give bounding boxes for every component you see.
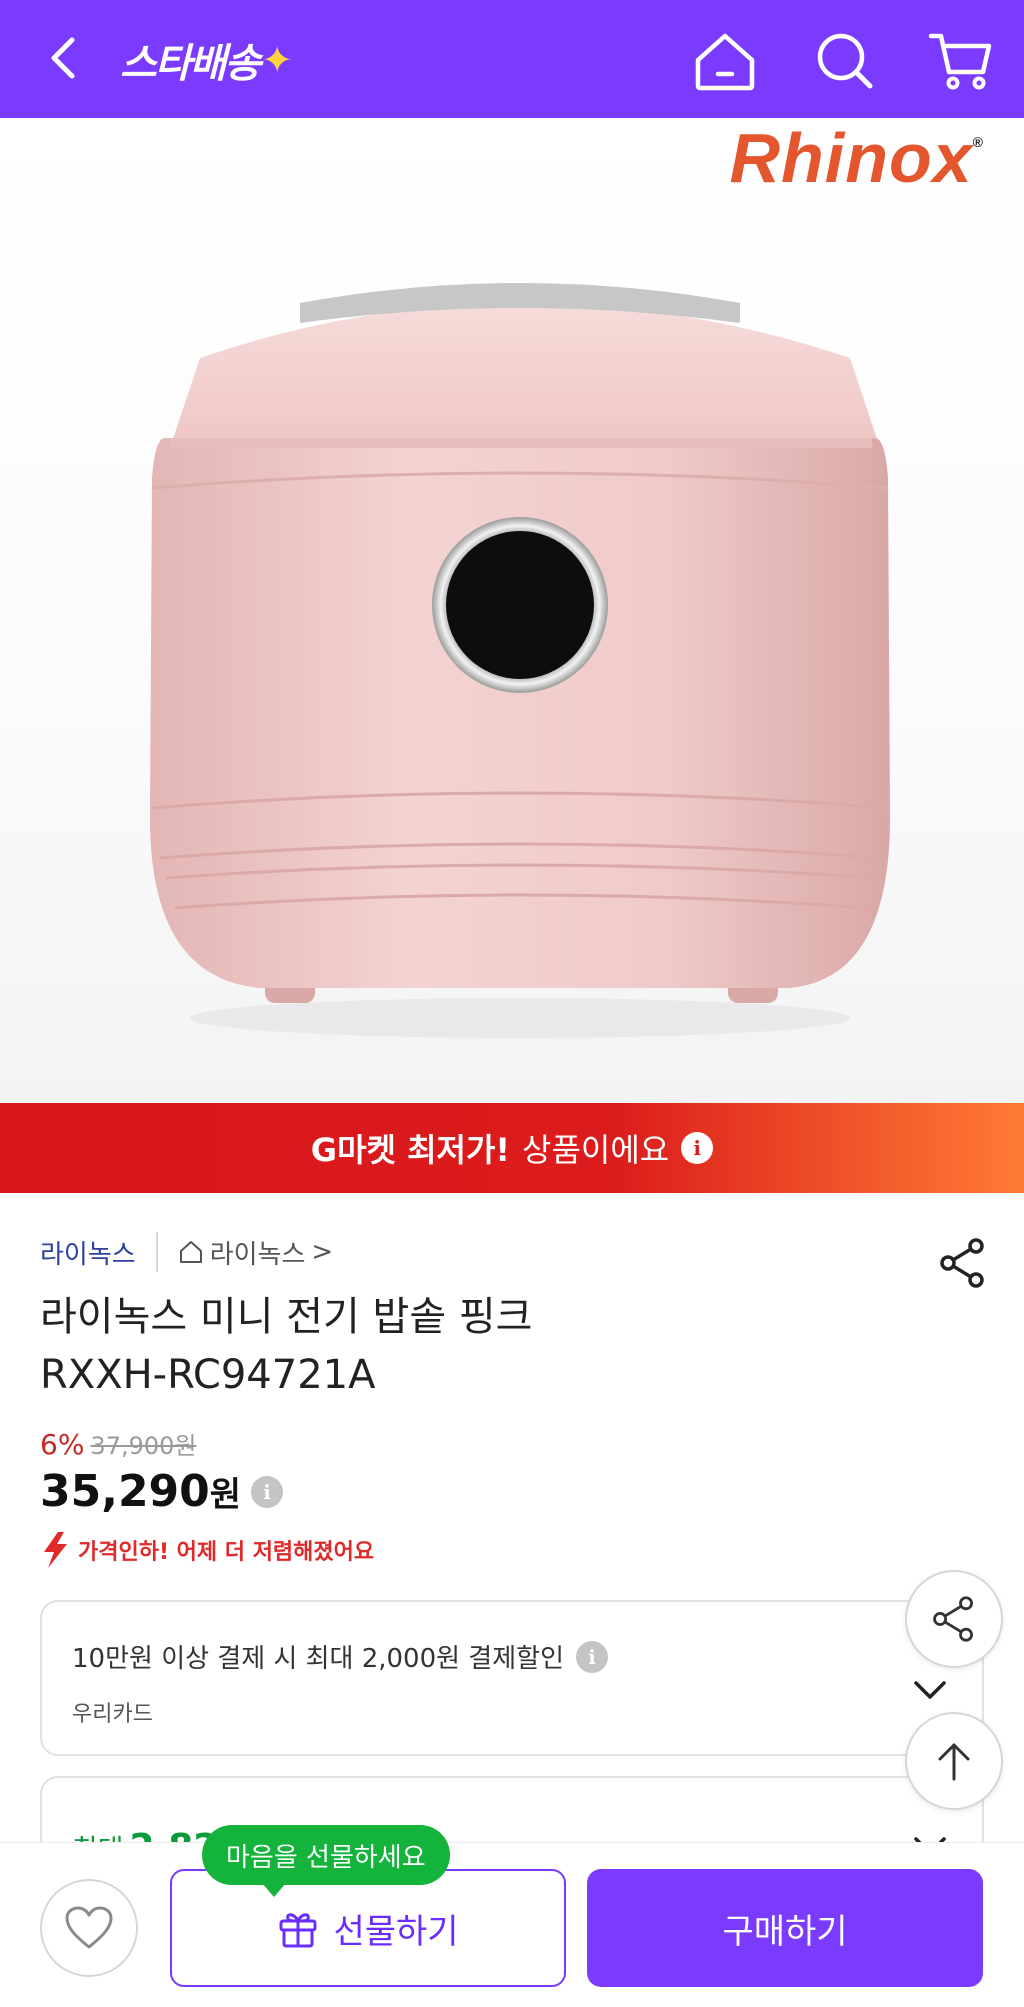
lowest-price-banner[interactable]: G마켓 최저가! 상품이에요 i: [0, 1103, 1024, 1193]
share-icon[interactable]: [936, 1236, 990, 1290]
search-icon[interactable]: [810, 26, 880, 96]
gift-tooltip: 마음을 선물하세요: [202, 1825, 450, 1897]
store-name: 라이녹스: [209, 1239, 306, 1270]
discount-row: 6% 37,900원: [40, 1426, 196, 1461]
arrow-up-icon: [938, 1743, 970, 1781]
card-discount-panel[interactable]: 10만원 이상 결제 시 최대 2,000원 결제할인 i 우리카드: [40, 1600, 984, 1756]
rice-cooker-image: [150, 283, 890, 1038]
store-home-icon: [179, 1241, 202, 1263]
promo-text: 상품이에요: [522, 1131, 670, 1169]
cart-icon[interactable]: [925, 26, 995, 96]
promo-strong-text: G마켓 최저가!: [310, 1131, 510, 1169]
floating-share-button[interactable]: [905, 1570, 1003, 1668]
price-info-icon[interactable]: i: [251, 1475, 284, 1508]
original-price: 37,900원: [90, 1432, 197, 1460]
gift-icon: [279, 1913, 317, 1948]
discount-percent: 6%: [40, 1428, 85, 1461]
product-title: 라이녹스 미니 전기 밥솥 핑크 RXXH-RC94721A: [40, 1288, 900, 1404]
price-down-arrow-icon: [44, 1532, 67, 1568]
gift-button[interactable]: 선물하기: [170, 1869, 566, 1987]
card-discount-text: 10만원 이상 결제 시 최대 2,000원 결제할인: [72, 1644, 564, 1674]
chevron-right-icon: >: [311, 1237, 334, 1267]
card-discount-line: 10만원 이상 결제 시 최대 2,000원 결제할인 i: [72, 1638, 608, 1675]
price-drop-text: 가격인하! 어제 더 저렴해졌어요: [78, 1540, 375, 1565]
info-icon[interactable]: i: [681, 1132, 714, 1164]
home-icon[interactable]: [690, 26, 760, 96]
card-discount-info-icon[interactable]: i: [576, 1640, 608, 1673]
scroll-to-top-button[interactable]: [905, 1712, 1003, 1810]
brand-link[interactable]: 라이녹스: [40, 1234, 136, 1271]
top-app-bar: 스타배송 ✦: [0, 0, 1024, 118]
product-title-line2: RXXH-RC94721A: [40, 1352, 376, 1398]
star-delivery-logo[interactable]: 스타배송 ✦: [120, 32, 293, 88]
sale-price: 35,290원 i: [40, 1466, 284, 1517]
bottom-action-bar: 선물하기 마음을 선물하세요 구매하기: [0, 1825, 1024, 2007]
price-drop-note: 가격인하! 어제 더 저렴해졌어요: [40, 1530, 374, 1570]
gift-label: 선물하기: [333, 1911, 459, 1952]
share-icon: [933, 1596, 973, 1642]
chevron-down-icon[interactable]: [912, 1678, 948, 1702]
brand-label: 스타배송: [120, 41, 261, 87]
wishlist-button[interactable]: [40, 1879, 138, 1977]
breadcrumb: 라이녹스 라이녹스 >: [40, 1232, 333, 1272]
price-unit: 원: [209, 1475, 242, 1515]
price-number: 35,290: [40, 1466, 210, 1517]
card-issuer: 우리카드: [72, 1702, 153, 1727]
breadcrumb-divider: [155, 1232, 158, 1272]
buy-button[interactable]: 구매하기: [587, 1869, 983, 1987]
product-image-gallery[interactable]: Rhinox®: [0, 118, 1024, 1103]
product-page: 스타배송 ✦ Rhinox® G마켓 최저가! 상품이에요 i 라이녹스 라이녹…: [0, 0, 1024, 2007]
store-link[interactable]: 라이녹스 >: [178, 1234, 333, 1271]
product-title-line1: 라이녹스 미니 전기 밥솥 핑크: [40, 1294, 533, 1340]
heart-icon: [65, 1906, 113, 1949]
sparkle-icon: ✦: [261, 38, 293, 82]
back-icon[interactable]: [36, 30, 92, 86]
